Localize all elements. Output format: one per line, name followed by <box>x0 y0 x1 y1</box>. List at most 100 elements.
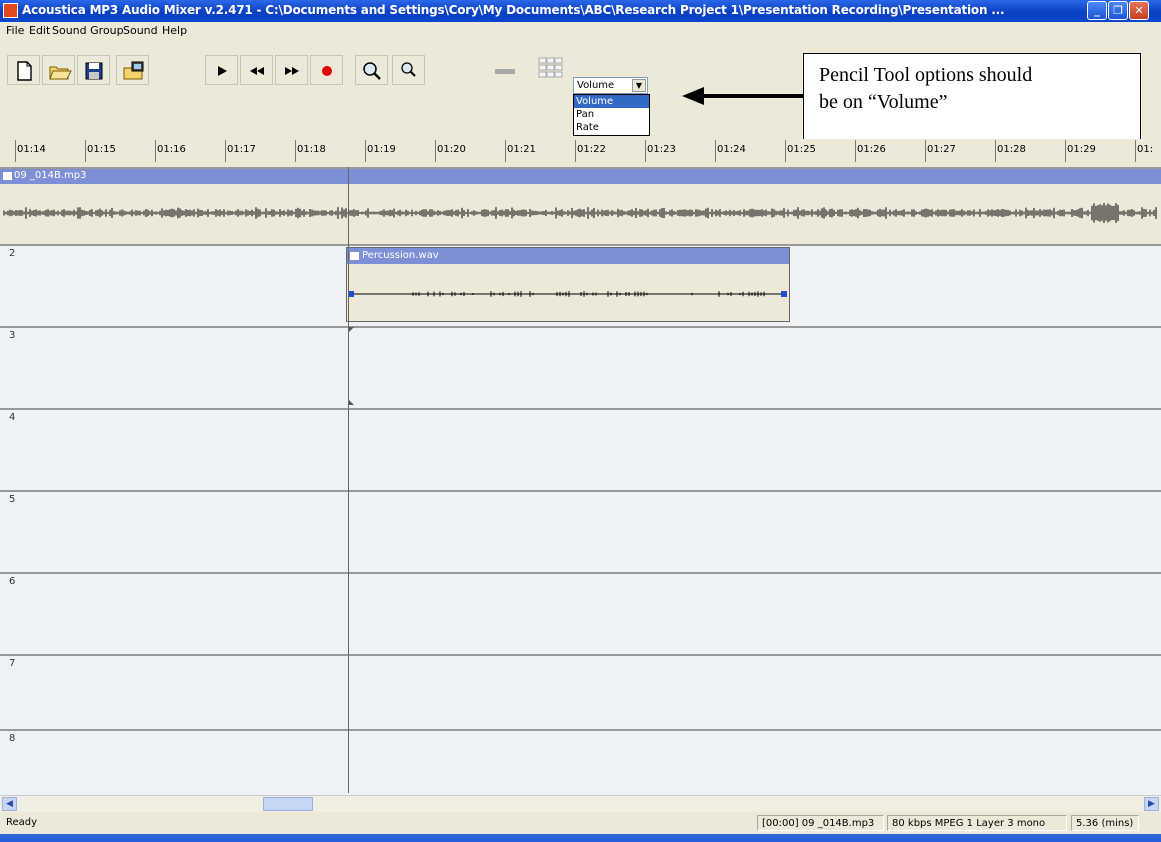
clip-name: Percussion.wav <box>362 250 439 261</box>
ruler-tick: 01:18 <box>297 144 326 155</box>
callout-line-1: Pencil Tool options should <box>819 64 1033 86</box>
pencil-option-select[interactable]: Volume ▼ <box>573 77 648 94</box>
horizontal-scrollbar[interactable]: ◀ ▶ <box>0 795 1161 813</box>
save-disk-icon <box>85 62 103 80</box>
ruler-tick: 01:15 <box>87 144 116 155</box>
ruler-tick: 01:26 <box>857 144 886 155</box>
waveform[interactable] <box>0 185 1161 243</box>
menu-sound-group[interactable]: Sound Group <box>52 24 124 37</box>
playhead-cursor[interactable] <box>348 167 349 793</box>
menu-bar: File Edit Sound Group Sound Help <box>0 22 1161 40</box>
pencil-option-value: Volume <box>577 80 615 91</box>
scroll-right-icon[interactable]: ▶ <box>1144 797 1159 811</box>
menu-sound[interactable]: Sound <box>123 24 158 37</box>
status-bar: Ready [00:00] 09 _014B.mp3 80 kbps MPEG … <box>0 812 1161 834</box>
grid-tool-button[interactable] <box>532 51 565 81</box>
ruler-tick: 01:28 <box>997 144 1026 155</box>
window-title: Acoustica MP3 Audio Mixer v.2.471 - C:\D… <box>22 3 1005 17</box>
chevron-down-icon[interactable]: ▼ <box>632 79 646 92</box>
grid-tool-icon <box>538 57 563 78</box>
track-3[interactable]: 3 <box>0 326 1161 408</box>
waveform[interactable] <box>347 265 789 321</box>
timeline-ruler[interactable]: 01:14 01:15 01:16 01:17 01:18 01:19 01:2… <box>0 139 1161 167</box>
pencil-tool-icon <box>495 69 515 74</box>
insert-marker <box>349 327 354 405</box>
play-icon <box>218 66 227 76</box>
status-position-file: [00:00] 09 _014B.mp3 <box>757 815 884 831</box>
status-text: Ready <box>6 817 38 828</box>
clip-header[interactable]: Percussion.wav <box>347 248 789 264</box>
ruler-tick: 01:21 <box>507 144 536 155</box>
status-length: 5.36 (mins) <box>1071 815 1139 831</box>
track-1[interactable]: 09 _014B.mp3 <box>0 167 1161 244</box>
play-button[interactable] <box>205 55 238 85</box>
import-icon <box>123 61 144 80</box>
open-button[interactable] <box>42 55 75 85</box>
ruler-tick: 01:29 <box>1067 144 1096 155</box>
import-button[interactable] <box>116 55 149 85</box>
restore-button[interactable]: ❐ <box>1108 1 1128 20</box>
track-5[interactable]: 5 <box>0 490 1161 572</box>
option-pan[interactable]: Pan <box>574 108 649 121</box>
track-number: 2 <box>9 248 16 259</box>
menu-help[interactable]: Help <box>162 24 187 37</box>
save-button[interactable] <box>77 55 110 85</box>
ruler-tick: 01:16 <box>157 144 186 155</box>
open-folder-icon <box>49 66 72 80</box>
record-icon <box>322 66 332 76</box>
clip-name: 09 _014B.mp3 <box>14 170 87 181</box>
clip-header[interactable]: 09 _014B.mp3 <box>0 169 1161 184</box>
fast-forward-icon <box>285 67 299 75</box>
zoom-in-icon <box>363 62 381 80</box>
option-volume[interactable]: Volume <box>574 95 649 108</box>
option-rate[interactable]: Rate <box>574 121 649 134</box>
pencil-option-list: Volume Pan Rate <box>573 94 650 136</box>
track-6[interactable]: 6 <box>0 572 1161 654</box>
ruler-tick: 01:22 <box>577 144 606 155</box>
track-number: 5 <box>9 494 16 505</box>
track-number: 8 <box>9 733 16 744</box>
record-button[interactable] <box>310 55 343 85</box>
menu-edit[interactable]: Edit <box>29 24 50 37</box>
zoom-in-button[interactable] <box>355 55 388 85</box>
zoom-out-button[interactable] <box>392 55 425 85</box>
volume-handle-right[interactable] <box>781 291 787 297</box>
track-8[interactable]: 8 <box>0 729 1161 795</box>
clip-icon <box>3 172 12 180</box>
rewind-button[interactable] <box>240 55 273 85</box>
track-2[interactable]: 2 Percussion.wav <box>0 244 1161 326</box>
track-number: 4 <box>9 412 16 423</box>
clip-icon <box>350 252 359 260</box>
minimize-button[interactable]: _ <box>1087 1 1107 20</box>
taskbar <box>0 834 1161 842</box>
clip-percussion[interactable]: Percussion.wav <box>346 247 790 322</box>
close-button[interactable]: ✕ <box>1129 1 1149 20</box>
ruler-tick: 01:23 <box>647 144 676 155</box>
fast-forward-button[interactable] <box>275 55 308 85</box>
menu-file[interactable]: File <box>6 24 24 37</box>
zoom-out-icon <box>401 62 416 77</box>
new-file-icon <box>17 61 32 81</box>
track-number: 6 <box>9 576 16 587</box>
ruler-tick: 01:27 <box>927 144 956 155</box>
annotation-callout: Pencil Tool options should be on “Volume… <box>803 53 1141 148</box>
track-7[interactable]: 7 <box>0 654 1161 729</box>
scroll-left-icon[interactable]: ◀ <box>2 797 17 811</box>
ruler-tick: 01:24 <box>717 144 746 155</box>
scroll-thumb[interactable] <box>263 797 313 811</box>
ruler-tick: 01:17 <box>227 144 256 155</box>
annotation-arrow <box>682 87 804 105</box>
track-number: 7 <box>9 658 16 669</box>
title-bar: Acoustica MP3 Audio Mixer v.2.471 - C:\D… <box>0 0 1161 22</box>
new-button[interactable] <box>7 55 40 85</box>
ruler-tick: 01: <box>1137 144 1154 155</box>
ruler-tick: 01:14 <box>17 144 46 155</box>
pencil-tool-button[interactable] <box>487 55 520 85</box>
ruler-tick: 01:25 <box>787 144 816 155</box>
status-format: 80 kbps MPEG 1 Layer 3 mono <box>887 815 1067 831</box>
track-4[interactable]: 4 <box>0 408 1161 490</box>
track-number: 3 <box>9 330 16 341</box>
ruler-tick: 01:19 <box>367 144 396 155</box>
ruler-tick: 01:20 <box>437 144 466 155</box>
rewind-icon <box>250 67 264 75</box>
